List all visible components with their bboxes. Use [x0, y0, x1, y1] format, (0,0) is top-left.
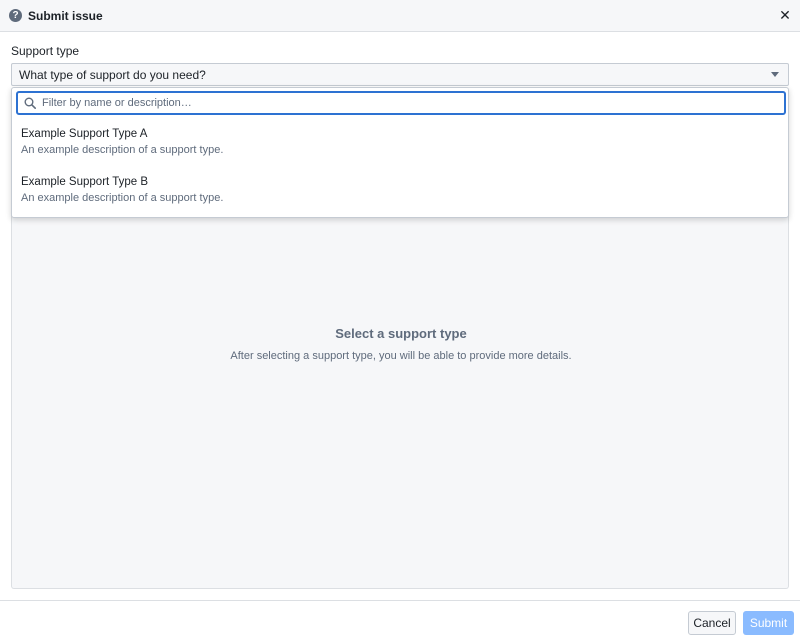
- option-title: Example Support Type B: [21, 176, 148, 188]
- search-icon: [24, 97, 36, 109]
- submit-button[interactable]: Submit: [743, 611, 794, 635]
- caret-down-icon: [771, 72, 779, 77]
- option-description: An example description of a support type…: [21, 144, 224, 156]
- dialog-footer: Cancel Submit: [0, 600, 800, 640]
- submit-issue-dialog: ? Submit issue ✕ Support type What type …: [0, 0, 800, 640]
- empty-state-description: After selecting a support type, you will…: [230, 350, 572, 362]
- close-icon[interactable]: ✕: [778, 7, 792, 23]
- details-panel: Select a support type After selecting a …: [11, 214, 789, 589]
- support-type-option-b[interactable]: Example Support Type B An example descri…: [12, 172, 788, 216]
- filter-input[interactable]: [42, 93, 772, 113]
- option-description: An example description of a support type…: [21, 192, 224, 204]
- support-type-label: Support type: [11, 44, 80, 58]
- cancel-button[interactable]: Cancel: [688, 611, 736, 635]
- select-value: What type of support do you need?: [19, 67, 206, 82]
- empty-state-title: Select a support type: [335, 326, 467, 341]
- support-type-dropdown: Example Support Type A An example descri…: [11, 87, 789, 218]
- option-title: Example Support Type A: [21, 128, 148, 140]
- dialog-header: ? Submit issue ✕: [0, 0, 800, 32]
- filter-box: [16, 91, 786, 115]
- dialog-title: Submit issue: [28, 9, 103, 23]
- support-type-select[interactable]: What type of support do you need?: [11, 63, 789, 86]
- question-circle-icon: ?: [9, 9, 22, 22]
- support-type-option-a[interactable]: Example Support Type A An example descri…: [12, 124, 788, 168]
